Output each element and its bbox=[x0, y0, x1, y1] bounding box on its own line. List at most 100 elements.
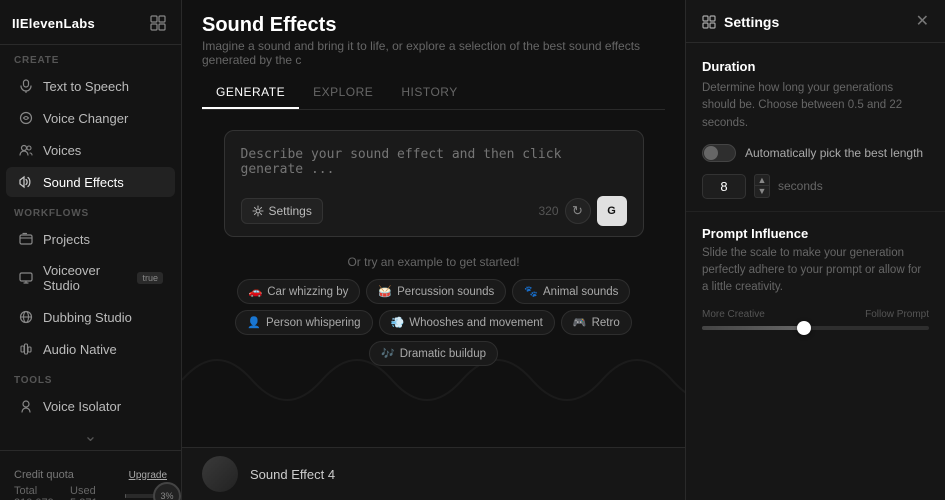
main-content: Sound Effects Imagine a sound and bring … bbox=[182, 0, 685, 500]
page-subtitle: Imagine a sound and bring it to life, or… bbox=[202, 39, 665, 67]
chip-retro[interactable]: 🎮 Retro bbox=[561, 310, 632, 335]
chip-person-whispering[interactable]: 👤 Person whispering bbox=[235, 310, 372, 335]
chevron-down-icon[interactable]: ⌄ bbox=[84, 426, 97, 446]
duration-description: Determine how long your generations shou… bbox=[702, 80, 929, 132]
generate-button[interactable]: G bbox=[597, 196, 627, 226]
projects-icon bbox=[18, 231, 34, 247]
prompt-influence-description: Slide the scale to make your generation … bbox=[702, 245, 929, 297]
voice-isolator-icon bbox=[18, 398, 34, 414]
duration-value-input[interactable] bbox=[702, 174, 746, 199]
slider-left-label: More Creative bbox=[702, 309, 765, 320]
settings-title: Settings bbox=[702, 14, 779, 30]
duration-section: Duration Determine how long your generat… bbox=[686, 43, 945, 212]
layout-toggle-button[interactable] bbox=[147, 12, 169, 34]
prompt-influence-section: Prompt Influence Slide the scale to make… bbox=[686, 212, 945, 344]
slider-thumb[interactable] bbox=[797, 321, 811, 335]
sound-item-title: Sound Effect 4 bbox=[250, 467, 335, 482]
page-header: Sound Effects Imagine a sound and bring … bbox=[182, 0, 685, 110]
beta-badge: true bbox=[137, 272, 163, 284]
tab-history[interactable]: HISTORY bbox=[387, 77, 471, 109]
voiceover-icon bbox=[18, 270, 34, 286]
sidebar-item-label: Text to Speech bbox=[43, 79, 129, 94]
settings-button[interactable]: Settings bbox=[241, 198, 323, 224]
music-icon: 🎶 bbox=[381, 347, 395, 360]
upgrade-button[interactable]: Upgrade bbox=[129, 470, 167, 481]
retro-icon: 🎮 bbox=[573, 316, 587, 329]
slider-fill bbox=[702, 326, 804, 330]
animal-icon: 🐾 bbox=[524, 285, 538, 298]
sidebar-item-label: Dubbing Studio bbox=[43, 310, 132, 325]
sidebar-item-label: Voices bbox=[43, 143, 81, 158]
examples-chips: 🚗 Car whizzing by 🥁 Percussion sounds 🐾 … bbox=[224, 279, 644, 366]
sound-effects-icon bbox=[18, 174, 34, 190]
slider-right-label: Follow Prompt bbox=[865, 309, 929, 320]
voices-icon bbox=[18, 142, 34, 158]
dubbing-icon bbox=[18, 309, 34, 325]
chip-label: Car whizzing by bbox=[267, 286, 348, 298]
wind-icon: 💨 bbox=[391, 316, 405, 329]
sidebar-item-voices[interactable]: Voices bbox=[6, 135, 175, 165]
prompt-influence-slider[interactable] bbox=[702, 326, 929, 330]
chip-label: Animal sounds bbox=[543, 286, 618, 298]
sidebar: IIElevenLabs CREATE Text to Speech bbox=[0, 0, 182, 500]
sidebar-item-text-to-speech[interactable]: Text to Speech bbox=[6, 71, 175, 101]
chip-car-whizzing[interactable]: 🚗 Car whizzing by bbox=[237, 279, 361, 304]
tab-explore[interactable]: EXPLORE bbox=[299, 77, 387, 109]
settings-close-button[interactable]: ✕ bbox=[916, 14, 929, 30]
prompt-input[interactable] bbox=[241, 147, 627, 183]
page-title: Sound Effects bbox=[202, 14, 665, 37]
sidebar-item-label: Voice Isolator bbox=[43, 399, 121, 414]
sidebar-item-sound-effects[interactable]: Sound Effects bbox=[6, 167, 175, 197]
settings-panel-title: Settings bbox=[724, 14, 779, 30]
chip-dramatic-buildup[interactable]: 🎶 Dramatic buildup bbox=[369, 341, 498, 366]
chip-label: Dramatic buildup bbox=[400, 348, 486, 360]
duration-decrement-button[interactable]: ▼ bbox=[754, 186, 770, 198]
settings-panel: Settings ✕ Duration Determine how long y… bbox=[685, 0, 945, 500]
chip-label: Whooshes and movement bbox=[409, 317, 543, 329]
voice-changer-icon bbox=[18, 110, 34, 126]
sidebar-item-label: Audio Native bbox=[43, 342, 117, 357]
car-icon: 🚗 bbox=[249, 285, 263, 298]
sidebar-item-audio-native[interactable]: Audio Native bbox=[6, 334, 175, 364]
chip-whooshes-movement[interactable]: 💨 Whooshes and movement bbox=[379, 310, 555, 335]
sidebar-item-label: Voiceover Studio bbox=[43, 263, 128, 293]
create-section-label: CREATE bbox=[0, 45, 181, 70]
drum-icon: 🥁 bbox=[378, 285, 392, 298]
duration-stepper: ▲ ▼ bbox=[754, 174, 770, 198]
toggle-label: Automatically pick the best length bbox=[745, 146, 923, 160]
chip-animal-sounds[interactable]: 🐾 Animal sounds bbox=[512, 279, 630, 304]
tab-generate[interactable]: GENERATE bbox=[202, 77, 299, 109]
sidebar-item-dubbing-studio[interactable]: Dubbing Studio bbox=[6, 302, 175, 332]
chip-percussion-sounds[interactable]: 🥁 Percussion sounds bbox=[366, 279, 506, 304]
total-label: Total 210,079 bbox=[14, 485, 70, 500]
duration-unit: seconds bbox=[778, 179, 823, 193]
chip-label: Percussion sounds bbox=[397, 286, 494, 298]
sound-thumbnail bbox=[202, 456, 238, 492]
sidebar-item-projects[interactable]: Projects bbox=[6, 224, 175, 254]
chip-label: Retro bbox=[592, 317, 620, 329]
credit-quota-label: Credit quota bbox=[14, 469, 74, 481]
auto-length-toggle[interactable] bbox=[702, 144, 736, 162]
prompt-influence-title: Prompt Influence bbox=[702, 226, 929, 241]
sidebar-item-label: Projects bbox=[43, 232, 90, 247]
used-label: Used 5,271 bbox=[70, 485, 117, 500]
slider-labels: More Creative Follow Prompt bbox=[702, 309, 929, 320]
settings-button-label: Settings bbox=[269, 204, 312, 218]
duration-increment-button[interactable]: ▲ bbox=[754, 174, 770, 186]
sidebar-item-label: Voice Changer bbox=[43, 111, 128, 126]
sidebar-item-voiceover-studio[interactable]: Voiceover Studio true bbox=[6, 256, 175, 300]
logo: IIElevenLabs bbox=[12, 16, 95, 31]
duration-title: Duration bbox=[702, 59, 929, 74]
sidebar-item-voice-changer[interactable]: Voice Changer bbox=[6, 103, 175, 133]
char-count: 320 bbox=[538, 204, 558, 218]
sidebar-item-label: Sound Effects bbox=[43, 175, 124, 190]
refresh-button[interactable]: ↻ bbox=[565, 198, 591, 224]
progress-percent: 3% bbox=[153, 482, 181, 500]
toggle-knob bbox=[704, 146, 718, 160]
tools-section-label: TOOLS bbox=[0, 365, 181, 390]
center-area: Settings 320 ↻ G Or try an example to ge… bbox=[182, 110, 685, 500]
sidebar-item-voice-isolator[interactable]: Voice Isolator bbox=[6, 391, 175, 421]
auto-length-toggle-row: Automatically pick the best length bbox=[702, 144, 929, 162]
examples-section: Or try an example to get started! 🚗 Car … bbox=[224, 255, 644, 366]
chip-label: Person whispering bbox=[266, 317, 361, 329]
